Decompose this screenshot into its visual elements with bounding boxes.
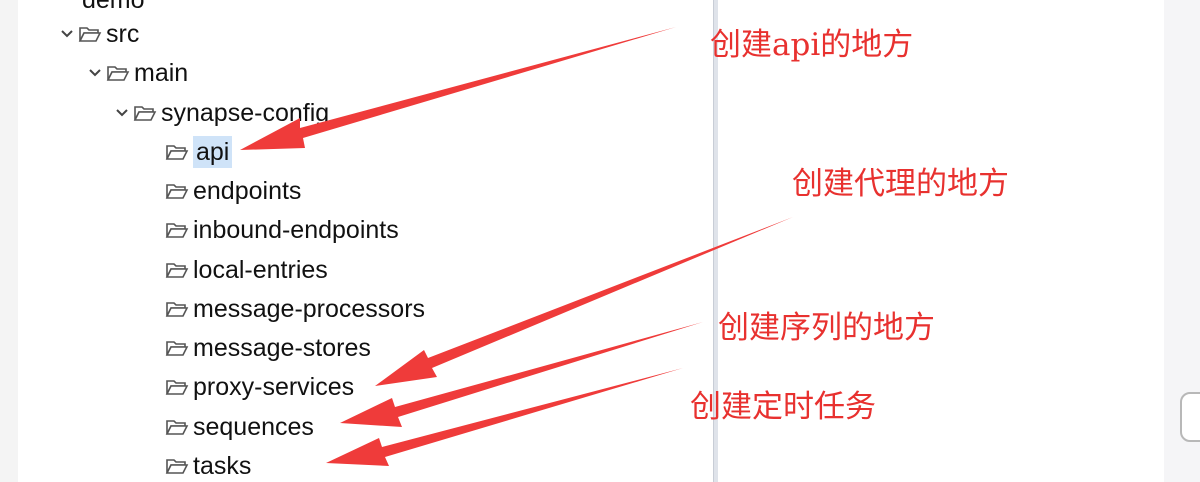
open-folder-icon (165, 300, 193, 318)
open-folder-icon (165, 261, 193, 279)
chevron-down-icon[interactable] (84, 68, 106, 78)
tree-item-label: sequences (193, 413, 314, 441)
annotation-api: 创建api的地方 (710, 27, 914, 63)
tree-item-label: message-stores (193, 334, 371, 362)
tree-item-sequences[interactable]: sequences (165, 411, 314, 443)
tree-item-label: local-entries (193, 256, 328, 284)
tree-item-inbound-endpoints[interactable]: inbound-endpoints (165, 214, 399, 246)
tree-item-tasks[interactable]: tasks (165, 450, 251, 482)
tree-item-message-stores[interactable]: message-stores (165, 332, 371, 364)
annotation-task: 创建定时任务 (690, 389, 876, 425)
tree-item-label: api (193, 136, 233, 168)
open-folder-icon (165, 182, 193, 200)
open-folder-icon (165, 457, 193, 475)
floating-widget-icon[interactable] (1180, 392, 1200, 442)
tree-item-label: tasks (193, 452, 252, 480)
left-border (0, 0, 19, 482)
tree-item-label: demo (82, 0, 145, 14)
tree-item-local-entries[interactable]: local-entries (165, 254, 328, 286)
open-folder-icon (78, 25, 106, 43)
tree-item-src[interactable]: src (56, 18, 139, 50)
annotation-sequence: 创建序列的地方 (718, 310, 935, 346)
annotation-proxy: 创建代理的地方 (792, 166, 1009, 202)
tree-item-label: inbound-endpoints (193, 216, 399, 244)
tree-item-label: main (134, 59, 189, 87)
tree-item-label: proxy-services (193, 373, 355, 401)
tree-item-label: message-processors (193, 295, 426, 323)
open-folder-icon (165, 418, 193, 436)
tree-item-label: synapse-config (161, 99, 330, 127)
tree-item-endpoints[interactable]: endpoints (165, 175, 301, 207)
open-folder-icon (106, 64, 134, 82)
tree-item-message-processors[interactable]: message-processors (165, 293, 425, 325)
tree-item-demo[interactable]: demo (82, 0, 145, 16)
open-folder-icon (165, 221, 193, 239)
open-folder-icon (165, 143, 193, 161)
tree-item-label: endpoints (193, 177, 302, 205)
open-folder-icon (165, 378, 193, 396)
chevron-down-icon[interactable] (56, 29, 78, 39)
tree-item-synapse-config[interactable]: synapse-config (111, 97, 329, 129)
tree-item-label: src (106, 20, 140, 48)
tree-item-main[interactable]: main (84, 57, 188, 89)
open-folder-icon (165, 339, 193, 357)
open-folder-icon (133, 104, 161, 122)
chevron-down-icon[interactable] (111, 108, 133, 118)
tree-item-api[interactable]: api (165, 136, 233, 168)
tree-item-proxy-services[interactable]: proxy-services (165, 371, 354, 403)
